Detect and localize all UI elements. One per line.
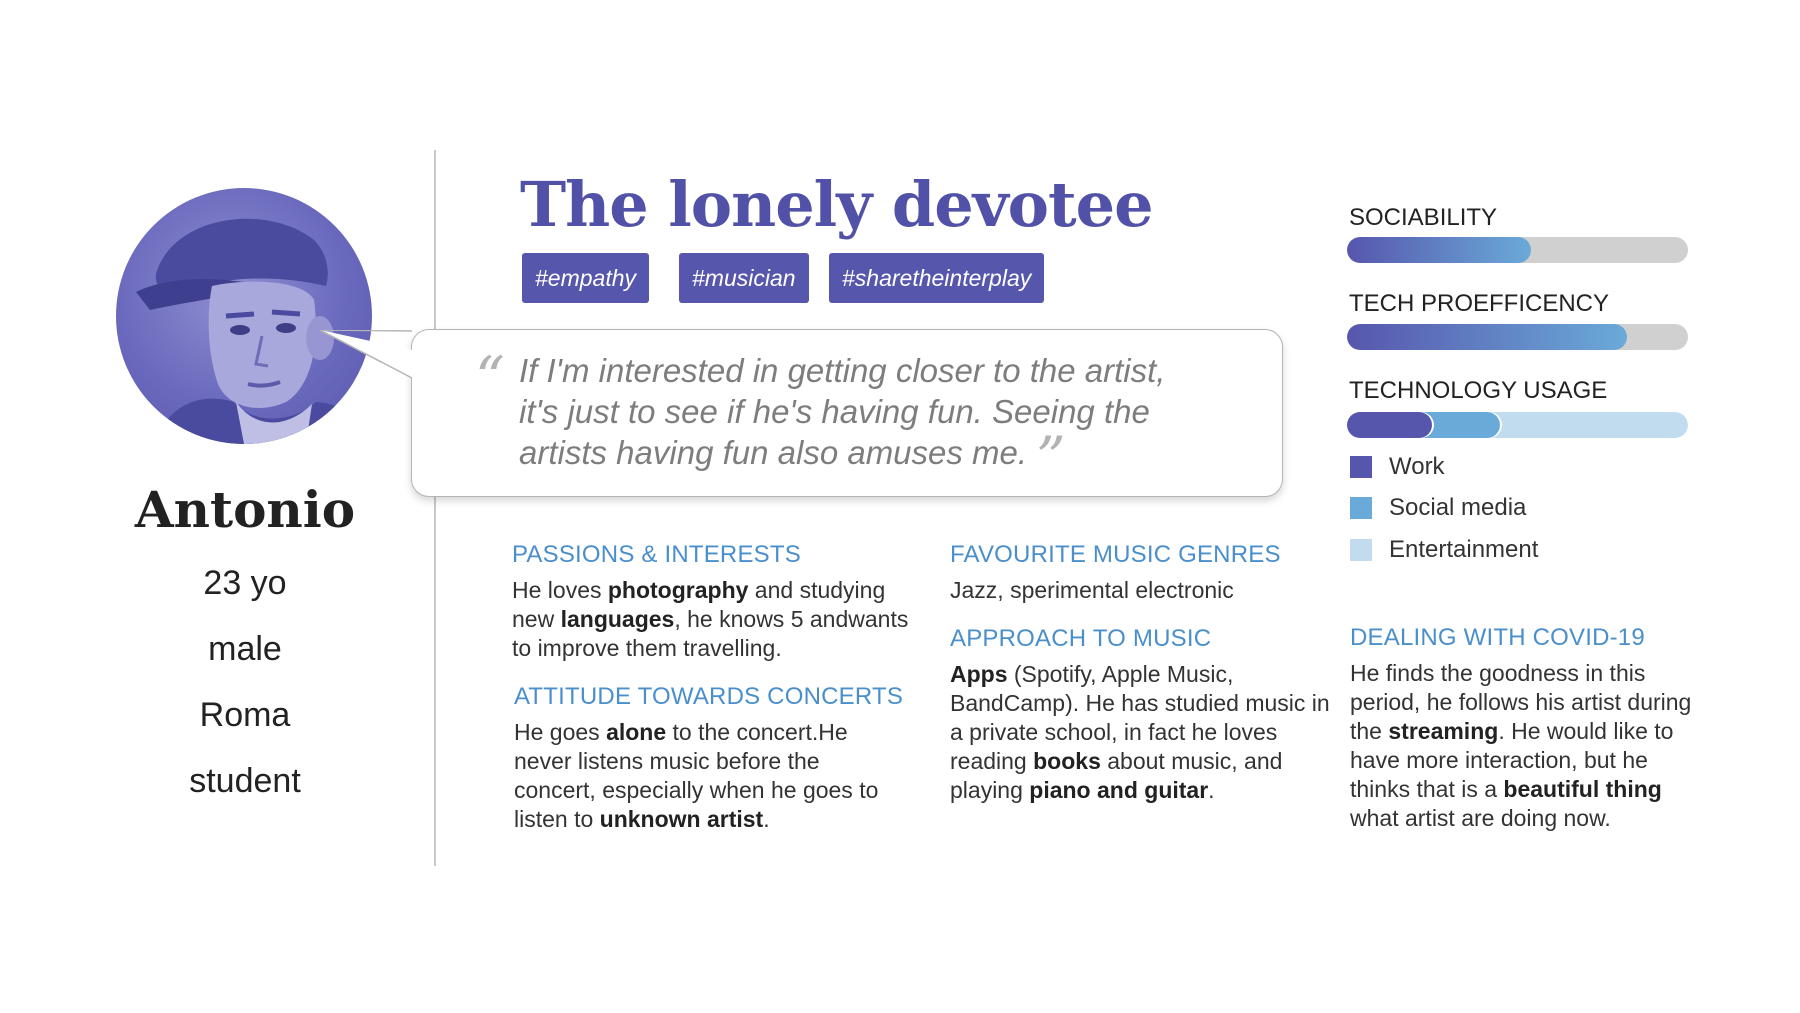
tech-proficiency-bar bbox=[1347, 324, 1688, 350]
genres-text: Jazz, sperimental electronic bbox=[950, 577, 1234, 603]
open-quote-icon: “ bbox=[475, 344, 505, 412]
legend-work-label: Work bbox=[1389, 453, 1445, 480]
persona-gender: male bbox=[208, 630, 282, 668]
passions-text: He loves photography and studying new la… bbox=[512, 577, 909, 661]
concerts-title: ATTITUDE TOWARDS CONCERTS bbox=[514, 683, 904, 710]
persona-occupation: student bbox=[189, 762, 301, 800]
persona-title: The lonely devotee bbox=[520, 168, 1154, 241]
concerts-text: He goes alone to the concert.He never li… bbox=[514, 719, 879, 832]
persona-avatar bbox=[116, 188, 372, 444]
column-divider bbox=[434, 150, 436, 866]
legend-entertainment-swatch bbox=[1350, 539, 1372, 561]
sociability-bar-fill bbox=[1347, 237, 1532, 263]
legend-entertainment-label: Entertainment bbox=[1389, 536, 1539, 563]
quote-line: If I'm interested in getting closer to t… bbox=[519, 352, 1166, 389]
tag-sharetheinterplay: #sharetheinterplay bbox=[829, 253, 1045, 303]
person-photo-icon bbox=[136, 218, 372, 444]
tag-musician: #musician bbox=[679, 253, 809, 303]
persona-name: Antonio bbox=[134, 480, 356, 539]
genres-title: FAVOURITE MUSIC GENRES bbox=[950, 541, 1281, 568]
passions-title: PASSIONS & INTERESTS bbox=[512, 541, 801, 568]
legend-social-media-label: Social media bbox=[1389, 494, 1527, 521]
legend-work-swatch bbox=[1350, 456, 1372, 478]
sociability-bar bbox=[1347, 237, 1688, 263]
tech-proficiency-bar-fill bbox=[1347, 324, 1627, 350]
sociability-label: SOCIABILITY bbox=[1349, 204, 1498, 231]
bubble-tail bbox=[320, 330, 413, 379]
tech-proficiency-label: TECH PROEFFICENCY bbox=[1349, 290, 1610, 317]
usage-segment-work bbox=[1347, 412, 1433, 438]
covid-text: He finds the goodness in this period, he… bbox=[1350, 660, 1692, 831]
approach-title: APPROACH TO MUSIC bbox=[950, 625, 1212, 652]
close-quote-icon: ” bbox=[1036, 424, 1066, 492]
tag-empathy: #empathy bbox=[522, 253, 650, 303]
quote-line: artists having fun also amuses me. bbox=[519, 434, 1028, 471]
quote-line: it's just to see if he's having fun. See… bbox=[519, 393, 1150, 430]
covid-title: DEALING WITH COVID-19 bbox=[1350, 624, 1645, 651]
persona-age: 23 yo bbox=[203, 564, 287, 602]
technology-usage-label: TECHNOLOGY USAGE bbox=[1349, 377, 1608, 404]
legend-social-media-swatch bbox=[1350, 497, 1372, 519]
approach-text: Apps (Spotify, Apple Music, BandCamp). H… bbox=[950, 661, 1330, 803]
technology-usage-bar bbox=[1347, 412, 1688, 438]
persona-city: Roma bbox=[199, 696, 291, 734]
